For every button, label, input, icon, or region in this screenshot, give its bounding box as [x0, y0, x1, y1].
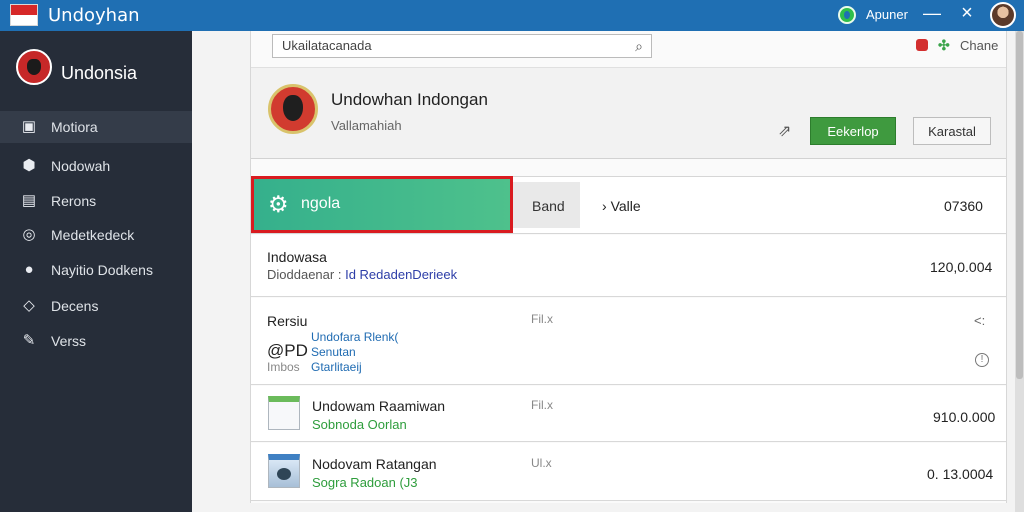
sidebar-item-nodowah[interactable]: ⬢ Nodowah	[0, 150, 192, 182]
sidebar-item-label: Medetkedeck	[51, 227, 135, 243]
row-line[interactable]: Undofara Rlenk(	[311, 330, 398, 344]
gear-icon: ⚙	[268, 191, 289, 217]
row-title: Rersiu	[267, 313, 308, 329]
record-icon[interactable]	[916, 39, 928, 51]
sidebar-item-label: Motiora	[51, 119, 98, 135]
row-subtitle: Sobnoda Oorlan	[312, 417, 407, 432]
primary-button[interactable]: Eekerlop	[810, 117, 896, 145]
tag-icon: ◇	[23, 297, 35, 314]
row-title: Nodovam Ratangan	[312, 456, 437, 472]
sidebar-item-label: Nodowah	[51, 158, 111, 174]
sidebar-item-label: Decens	[51, 298, 99, 314]
play-square-icon: ▣	[21, 118, 37, 135]
row-value: 0. 13.0004	[927, 466, 994, 482]
sidebar-item-rerons[interactable]: ▤ Rerons	[0, 185, 192, 217]
secondary-button[interactable]: Karastal	[913, 117, 991, 145]
row-value: 910.0.000	[933, 409, 996, 425]
pencil-icon: ✎	[22, 332, 36, 349]
person-icon: ●	[24, 261, 34, 278]
close-icon[interactable]: ×	[955, 2, 979, 26]
brand-logo-icon	[16, 49, 52, 85]
row-action-icon[interactable]: <:	[974, 313, 985, 328]
row-subtitle: Dioddaenar : Id RedadenDerieek	[267, 267, 457, 282]
row-code: @PD	[267, 341, 308, 360]
sidebar-item-motiora[interactable]: ▣ Motiora	[0, 111, 192, 143]
search-icon[interactable]: ⌕	[635, 38, 643, 55]
selected-tab-label: ngola	[301, 195, 341, 212]
value-tab-number: 07360	[944, 198, 983, 214]
search-input[interactable]	[282, 38, 622, 53]
band-tab-label: Band	[532, 198, 565, 214]
row-meta: Fil.x	[531, 312, 553, 326]
value-tab-text: Valle	[610, 198, 641, 214]
profile-header	[251, 67, 1006, 159]
sidebar-item-decens[interactable]: ◇ Decens	[0, 290, 192, 322]
selected-tab[interactable]	[251, 176, 513, 233]
status-icon[interactable]	[838, 6, 856, 24]
user-avatar[interactable]	[990, 2, 1016, 28]
row-meta: Fil.x	[531, 398, 553, 412]
circle-ring-icon: ◎	[22, 226, 36, 243]
title-bar: Undoyhan Apuner — ×	[0, 0, 1024, 31]
row-subtitle: Sogra Radoan (J3	[312, 475, 418, 490]
row-title: Undowam Raamiwan	[312, 398, 446, 414]
table-row[interactable]	[251, 443, 1006, 501]
profile-avatar	[268, 84, 318, 134]
sidebar-item-label: Nayitio Dodkens	[51, 262, 153, 278]
table-row[interactable]	[251, 386, 1006, 442]
minimize-icon[interactable]: —	[920, 2, 944, 26]
document-icon	[268, 396, 300, 430]
search-box[interactable]: ⌕	[272, 34, 652, 58]
sidebar-item-label: Verss	[51, 333, 87, 349]
sidebar-item-nayitio-dodkens[interactable]: ● Nayitio Dodkens	[0, 254, 192, 286]
info-icon[interactable]: !	[975, 353, 989, 367]
table-row[interactable]	[251, 235, 1006, 297]
sync-icon[interactable]: ✣	[938, 37, 950, 54]
app-title: Undoyhan	[48, 5, 140, 26]
grid-icon: ▤	[21, 192, 37, 209]
row-small-label: Imbos	[267, 360, 300, 374]
row-line[interactable]: Gtarlitaeij	[311, 360, 362, 374]
row-title: Indowasa	[267, 249, 327, 265]
row-subtitle-prefix: Dioddaenar :	[267, 267, 342, 282]
value-tab-label[interactable]: › Valle	[602, 198, 641, 214]
sidebar-item-medetkedeck[interactable]: ◎ Medetkedeck	[0, 219, 192, 251]
expand-icon[interactable]: ⇗	[778, 121, 791, 141]
sidebar-item-verss[interactable]: ✎ Verss	[0, 325, 192, 357]
window-label[interactable]: Apuner	[866, 7, 908, 22]
profile-subtitle: Vallamahiah	[331, 118, 402, 133]
location-pin-icon: ⬢	[22, 157, 36, 174]
row-line[interactable]: Senutan	[311, 345, 356, 359]
row-meta: Ul.x	[531, 456, 552, 470]
scrollbar-thumb[interactable]	[1016, 31, 1023, 379]
row-value: 120,0.004	[930, 259, 993, 275]
row-link[interactable]: Id RedadenDerieek	[345, 267, 457, 282]
application-icon	[268, 454, 300, 488]
sidebar: Undonsia ▣ Motiora ⬢ Nodowah ▤ Rerons ◎ …	[0, 31, 192, 512]
profile-name: Undowhan Indongan	[331, 90, 488, 109]
sidebar-item-label: Rerons	[51, 193, 97, 209]
indonesia-flag-icon	[10, 4, 38, 26]
top-right-action[interactable]: Chane	[960, 38, 998, 53]
brand-name: Undonsia	[61, 63, 138, 83]
